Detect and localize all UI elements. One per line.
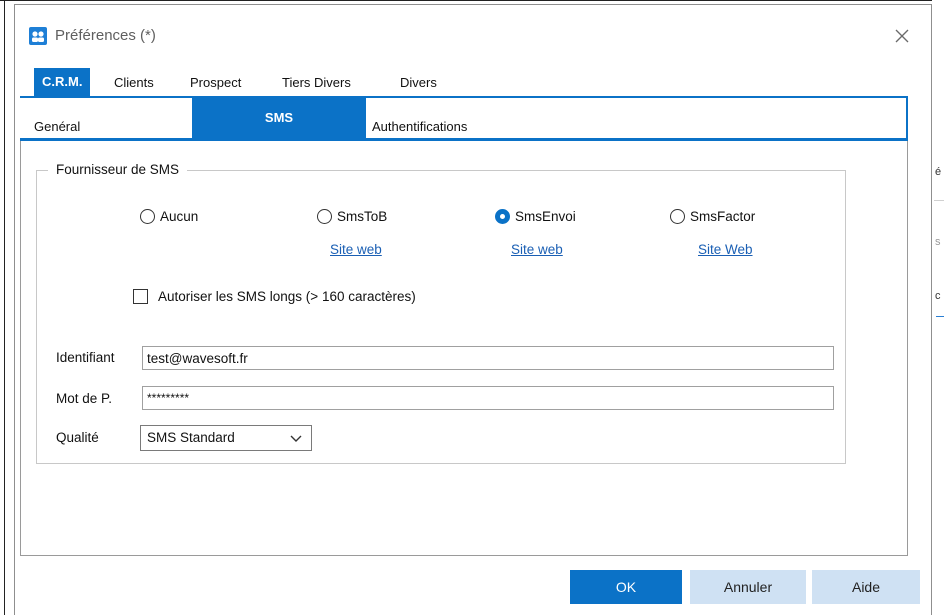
radio-label: SmsFactor: [690, 208, 756, 224]
background-text-fragment: s: [935, 236, 941, 248]
background-window-fragment: é s c: [932, 0, 945, 615]
quality-selected-value: SMS Standard: [147, 430, 235, 445]
tab-clients[interactable]: Clients: [114, 68, 154, 96]
identifiant-field[interactable]: [142, 346, 834, 370]
long-sms-option[interactable]: Autoriser les SMS longs (> 160 caractère…: [133, 286, 416, 306]
smsfactor-website-link[interactable]: Site Web: [698, 242, 753, 257]
chevron-down-icon: [290, 435, 302, 442]
tab-tiers-divers[interactable]: Tiers Divers: [282, 68, 351, 96]
background-text-fragment: c: [935, 290, 941, 302]
radio-circle-icon[interactable]: [140, 208, 155, 224]
radio-aucun[interactable]: Aucun: [140, 206, 198, 226]
app-icon: [29, 27, 47, 45]
radio-selected-icon[interactable]: [495, 208, 510, 224]
title-bar: Préférences (*): [15, 5, 931, 63]
background-window-border: [4, 0, 5, 615]
smsenvoi-website-link[interactable]: Site web: [511, 242, 563, 257]
cancel-button[interactable]: Annuler: [690, 570, 806, 604]
quality-select[interactable]: SMS Standard: [140, 425, 312, 451]
background-text-fragment: é: [935, 166, 942, 178]
group-title: Fournisseur de SMS: [48, 162, 188, 177]
quality-label: Qualité: [56, 430, 99, 445]
radio-label: SmsToB: [337, 208, 388, 224]
password-label: Mot de P.: [56, 391, 113, 406]
background-accent-line: [936, 316, 944, 317]
sub-tab-bar: Genéral SMS Authentifications: [20, 98, 908, 140]
password-field[interactable]: [142, 386, 834, 410]
tab-prospect[interactable]: Prospect: [190, 68, 241, 96]
radio-smstob[interactable]: SmsToB: [317, 206, 387, 226]
close-icon[interactable]: [891, 25, 913, 47]
radio-label: SmsEnvoi: [515, 208, 576, 224]
radio-circle-icon[interactable]: [670, 208, 685, 224]
long-sms-label: Autoriser les SMS longs (> 160 caractère…: [158, 288, 416, 304]
long-sms-checkbox[interactable]: [133, 288, 148, 304]
window-title: Préférences (*): [55, 27, 156, 44]
tab-authentifications[interactable]: Authentifications: [372, 98, 467, 138]
tab-sms[interactable]: SMS: [192, 98, 366, 138]
smstob-website-link[interactable]: Site web: [330, 242, 382, 257]
ok-button[interactable]: OK: [570, 570, 682, 604]
radio-label: Aucun: [160, 208, 199, 224]
radio-smsenvoi[interactable]: SmsEnvoi: [495, 206, 576, 226]
radio-circle-icon[interactable]: [317, 208, 332, 224]
radio-smsfactor[interactable]: SmsFactor: [670, 206, 755, 226]
background-divider: [934, 200, 944, 201]
tab-crm[interactable]: C.R.M.: [34, 68, 91, 96]
help-button[interactable]: Aide: [812, 570, 920, 604]
identifiant-label: Identifiant: [56, 350, 115, 365]
tab-general[interactable]: Genéral: [34, 98, 80, 138]
tab-divers[interactable]: Divers: [400, 68, 437, 96]
